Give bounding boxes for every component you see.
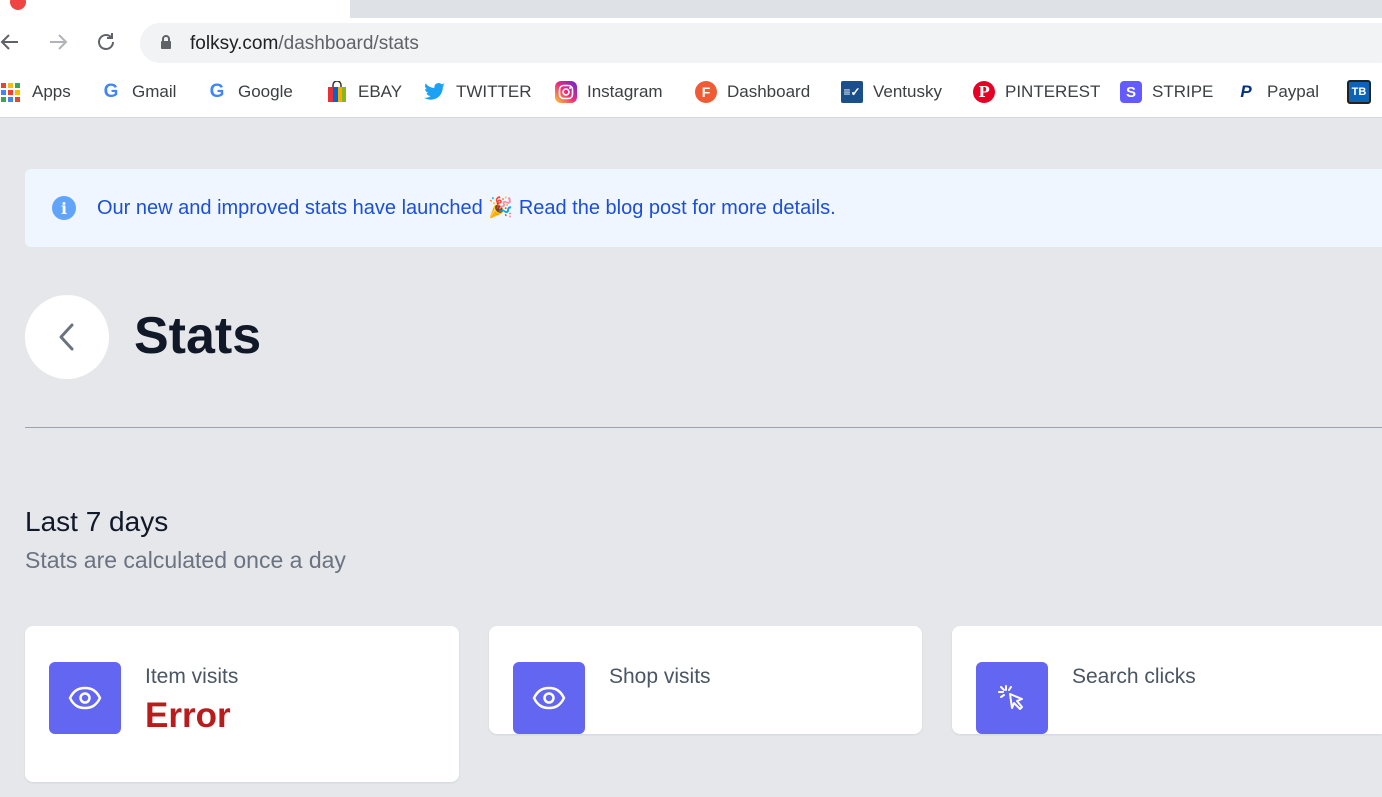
bookmark-ventusky[interactable]: ≡✓ Ventusky — [841, 80, 942, 104]
stat-label: Item visits — [145, 665, 239, 688]
bookmark-label: Apps — [32, 82, 71, 101]
bookmark-apps[interactable]: Apps — [0, 80, 71, 104]
tab-strip — [0, 0, 1382, 18]
bookmark-dashboard[interactable]: F Dashboard — [695, 80, 810, 104]
stat-value: Error — [145, 696, 231, 735]
lock-icon — [161, 35, 171, 49]
banner-message: Our new and improved stats have launched… — [97, 195, 836, 220]
bookmark-pinterest[interactable]: P PINTEREST — [973, 80, 1100, 104]
section-title: Last 7 days — [25, 506, 169, 537]
active-tab[interactable] — [0, 0, 350, 18]
pinterest-icon: P — [973, 81, 995, 103]
page-title: Stats — [134, 307, 262, 365]
google-g-icon: G — [209, 81, 225, 102]
tb-icon: TB — [1347, 80, 1371, 104]
header-divider — [25, 427, 1382, 428]
bookmark-label: STRIPE — [1152, 82, 1214, 101]
info-circle-icon: i — [52, 196, 76, 220]
bookmarks-bar: Apps G Gmail G Google EBAY TWITTER Insta… — [0, 70, 1382, 118]
forward-nav-button[interactable] — [44, 28, 72, 56]
stat-label: Search clicks — [1072, 665, 1196, 688]
eye-icon — [49, 662, 121, 734]
bookmark-twitter[interactable]: TWITTER — [424, 80, 532, 104]
twitter-bird-icon — [424, 81, 446, 103]
bookmark-ebay[interactable]: EBAY — [326, 80, 402, 104]
stat-label: Shop visits — [609, 665, 711, 688]
url-domain: folksy.com — [190, 33, 279, 54]
url-text: folksy.com/dashboard/stats — [190, 33, 419, 55]
stat-card-search-clicks: Search clicks — [952, 626, 1382, 734]
bookmark-gmail[interactable]: G Gmail — [100, 80, 177, 104]
bookmark-label: Gmail — [132, 82, 177, 101]
info-banner: i Our new and improved stats have launch… — [25, 169, 1382, 247]
bookmark-label: Instagram — [587, 82, 663, 101]
bookmark-label: PINTEREST — [1005, 82, 1101, 101]
section-subtitle: Stats are calculated once a day — [25, 547, 346, 573]
bookmark-google[interactable]: G Google — [206, 80, 293, 104]
blog-post-link[interactable]: Read the blog post for more details. — [519, 197, 836, 219]
back-button[interactable] — [25, 295, 109, 379]
bookmark-stripe[interactable]: S STRIPE — [1120, 80, 1213, 104]
stat-card-item-visits: Item visits Error — [25, 626, 459, 782]
bookmark-label: Google — [238, 82, 293, 101]
address-bar[interactable]: folksy.com/dashboard/stats — [140, 23, 1382, 63]
bookmark-label: TWITTER — [456, 82, 532, 101]
apps-grid-icon — [0, 81, 22, 103]
paypal-icon: P — [1240, 82, 1252, 101]
reload-icon — [98, 33, 114, 50]
bookmark-label: Paypal — [1267, 82, 1319, 101]
cursor-click-icon — [976, 662, 1048, 734]
stripe-s-icon: S — [1120, 81, 1142, 103]
bookmark-label: Ventusky — [873, 82, 942, 101]
bookmark-paypal[interactable]: P Paypal — [1235, 80, 1319, 104]
party-emoji-icon: 🎉 — [488, 197, 514, 219]
bookmark-label: Dashboard — [727, 82, 811, 101]
ventusky-icon: ≡✓ — [841, 81, 863, 103]
google-g-icon: G — [103, 81, 119, 102]
reload-button[interactable] — [92, 28, 120, 56]
bookmark-tb[interactable]: TB — [1347, 80, 1371, 104]
stat-card-shop-visits: Shop visits — [489, 626, 922, 734]
shopping-bag-icon — [326, 81, 348, 103]
arrow-left-icon — [0, 34, 18, 50]
tab-favicon-icon — [10, 0, 26, 10]
bookmark-instagram[interactable]: Instagram — [555, 80, 663, 104]
browser-toolbar: folksy.com/dashboard/stats — [0, 18, 1382, 70]
eye-icon — [513, 662, 585, 734]
url-path: /dashboard/stats — [278, 33, 419, 54]
back-nav-button[interactable] — [0, 28, 24, 56]
folksy-f-icon: F — [695, 81, 717, 103]
bookmark-label: EBAY — [358, 82, 403, 101]
arrow-right-icon — [50, 34, 68, 50]
chevron-left-icon — [59, 323, 74, 351]
banner-text: Our new and improved stats have launched — [97, 197, 483, 219]
instagram-icon — [555, 81, 577, 103]
